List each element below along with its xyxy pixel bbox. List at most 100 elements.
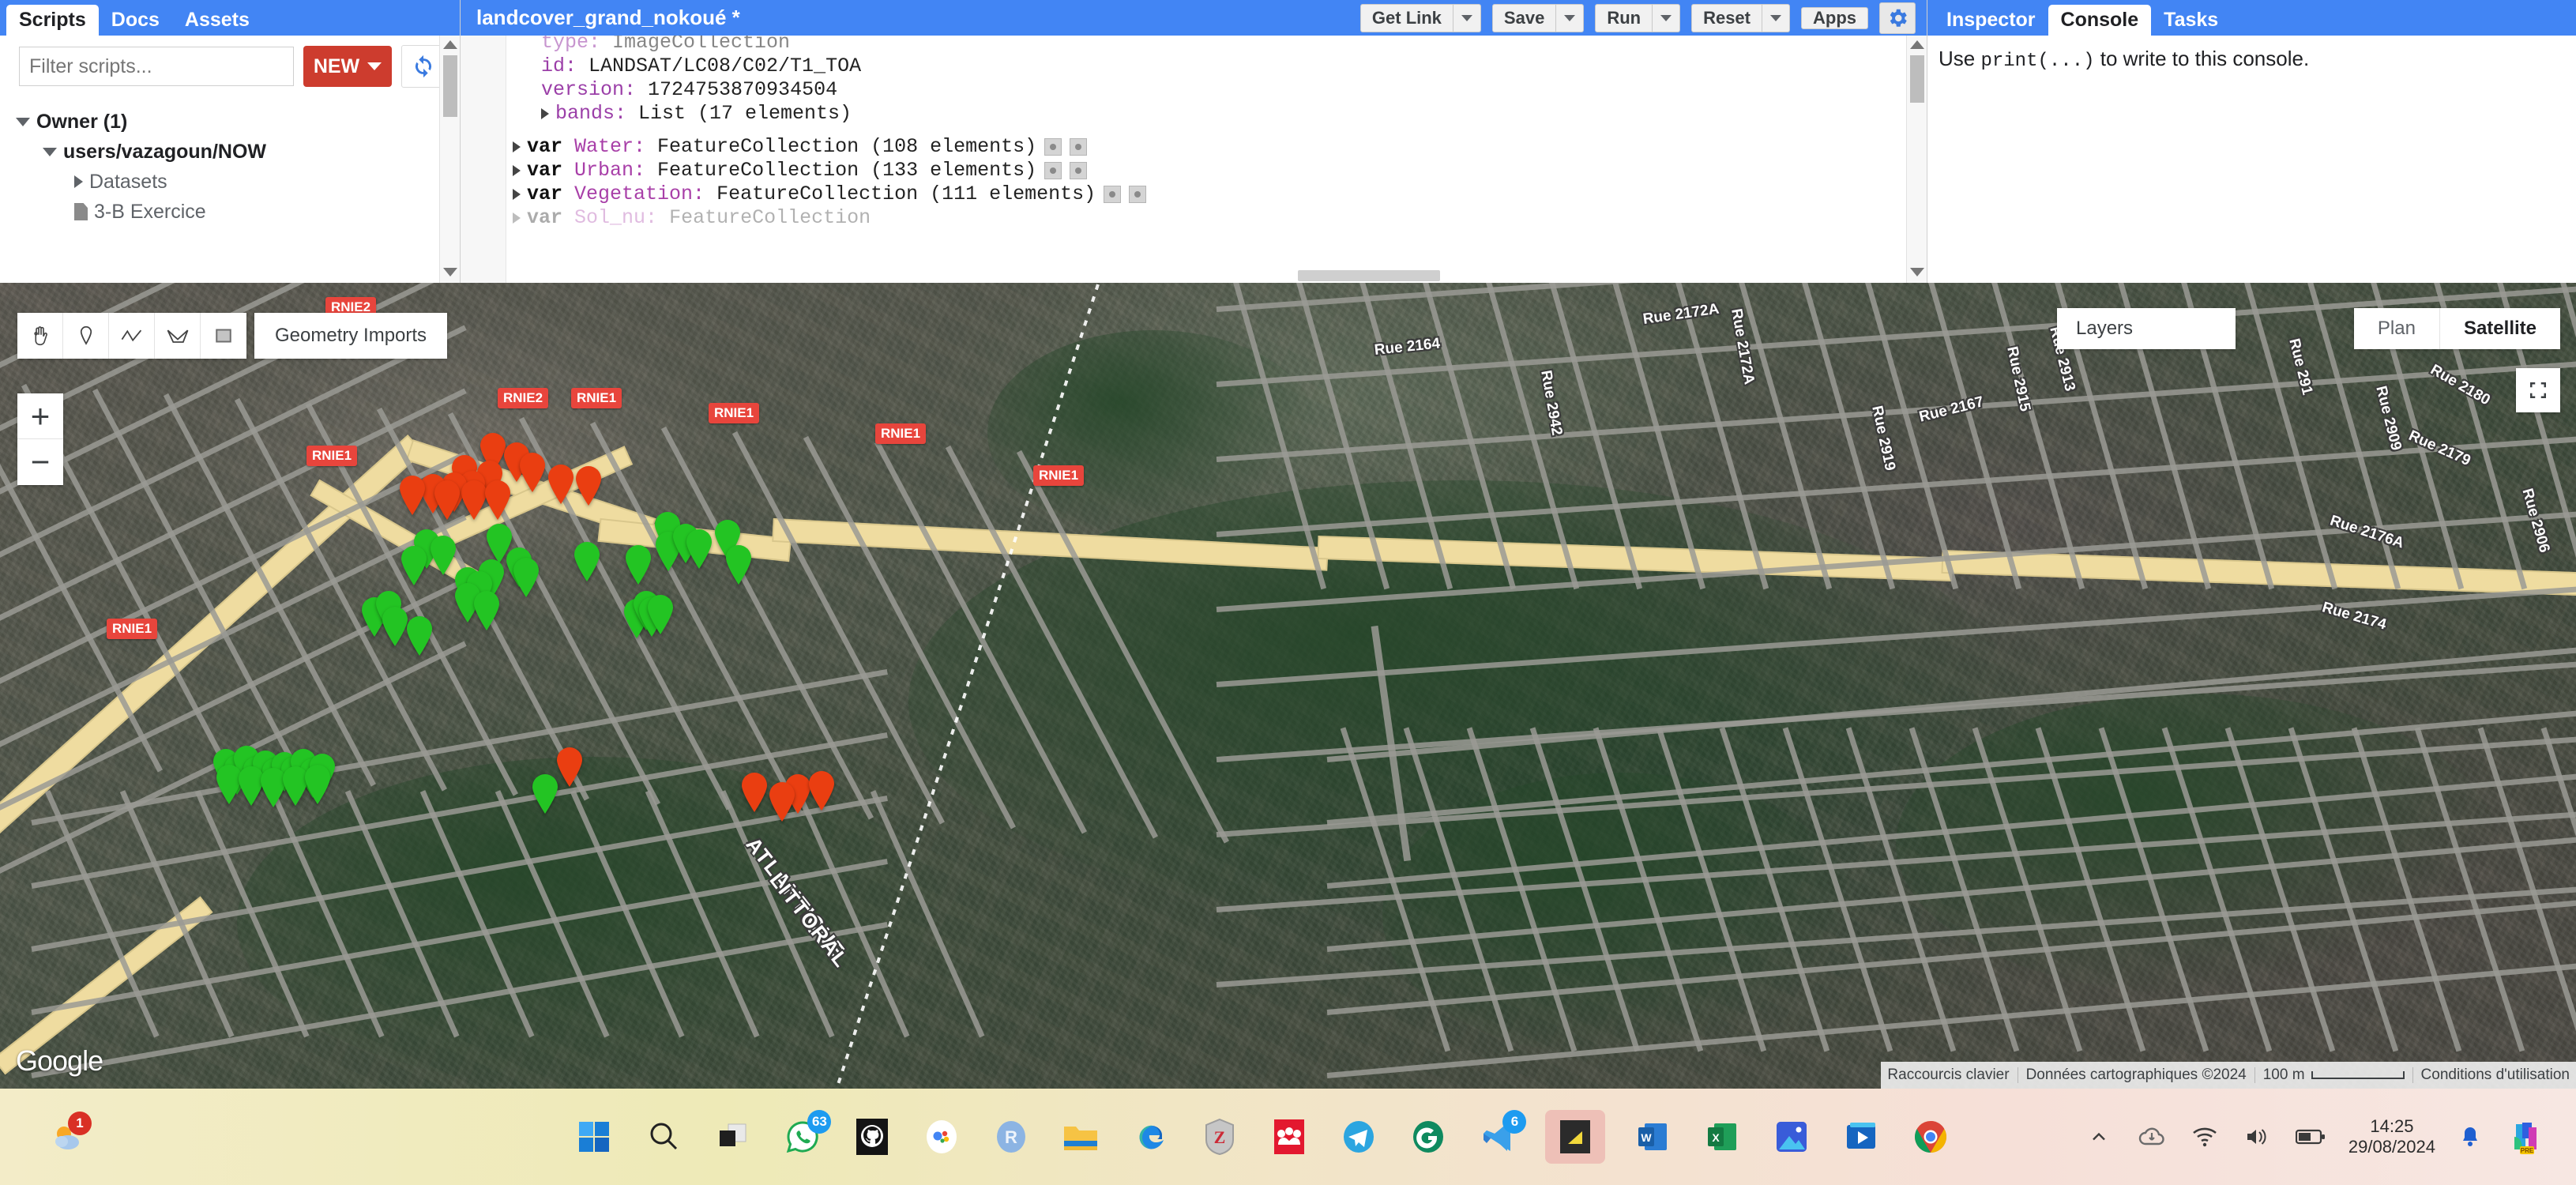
fullscreen-button[interactable] <box>2516 368 2560 412</box>
map-type-satellite[interactable]: Satellite <box>2440 308 2560 349</box>
get-link-button[interactable]: Get Link <box>1360 4 1453 32</box>
file-explorer-icon[interactable] <box>1059 1115 1103 1159</box>
chevron-right-icon[interactable] <box>74 175 83 188</box>
onedrive-icon[interactable] <box>2135 1115 2168 1159</box>
microsoft-excel-icon[interactable]: X <box>1700 1115 1744 1159</box>
sublime-text-icon[interactable] <box>1553 1115 1597 1159</box>
vegetation-training-marker[interactable] <box>573 542 601 581</box>
editor-content[interactable]: type: ImageCollection id: LANDSAT/LC08/C… <box>461 36 1927 283</box>
filter-scripts-input[interactable] <box>19 47 294 86</box>
vegetation-training-marker[interactable] <box>685 529 713 569</box>
scripts-scrollbar[interactable] <box>439 36 460 283</box>
editor-horizontal-scrollbar[interactable] <box>1298 270 1440 281</box>
weather-notification-icon[interactable]: 1 <box>46 1115 90 1159</box>
vegetation-training-marker[interactable] <box>724 545 753 585</box>
show-hidden-icons-chevron[interactable] <box>2083 1115 2115 1159</box>
chevron-down-icon[interactable] <box>43 148 57 156</box>
zoom-out-button[interactable]: − <box>17 439 63 485</box>
vegetation-training-marker[interactable] <box>400 546 428 585</box>
geometry-imports-button[interactable]: Geometry Imports <box>254 313 447 359</box>
scroll-down-icon[interactable] <box>1910 268 1924 276</box>
vegetation-training-marker[interactable] <box>531 774 559 814</box>
new-script-button[interactable]: NEW <box>303 46 392 87</box>
map-viewport[interactable]: Rue 2164Rue 2172ARue 2942Rue 2919Rue 216… <box>0 283 2576 1089</box>
taskbar-clock[interactable]: 14:25 29/08/2024 <box>2348 1116 2435 1157</box>
settings-layer-icon[interactable] <box>1129 186 1146 203</box>
settings-button[interactable] <box>1879 2 1916 34</box>
settings-layer-icon[interactable] <box>1070 138 1087 156</box>
scroll-up-icon[interactable] <box>443 40 457 49</box>
map-type-plan[interactable]: Plan <box>2354 308 2440 349</box>
tab-scripts[interactable]: Scripts <box>6 5 99 36</box>
vegetation-training-marker[interactable] <box>646 595 675 634</box>
tree-item-owner[interactable]: Owner (1) <box>16 107 460 137</box>
rectangle-tool[interactable] <box>201 313 246 359</box>
terms-link[interactable]: Conditions d'utilisation <box>2421 1066 2570 1084</box>
zoom-in-button[interactable]: + <box>17 393 63 439</box>
scrollbar-thumb[interactable] <box>443 55 457 117</box>
apps-button[interactable]: Apps <box>1801 7 1868 29</box>
urban-training-marker[interactable] <box>574 466 603 506</box>
editor-scrollbar[interactable] <box>1906 36 1927 283</box>
scroll-up-icon[interactable] <box>1910 40 1924 49</box>
microsoft-edge-icon[interactable] <box>1128 1115 1172 1159</box>
pan-hand-tool[interactable] <box>17 313 63 359</box>
urban-training-marker[interactable] <box>433 480 461 520</box>
editor-file-tab[interactable]: landcover_grand_nokoué * <box>468 6 748 30</box>
urban-training-marker[interactable] <box>518 453 547 492</box>
point-marker-tool[interactable] <box>63 313 109 359</box>
urban-training-marker[interactable] <box>740 773 769 812</box>
get-link-dropdown[interactable] <box>1453 4 1481 32</box>
tab-docs[interactable]: Docs <box>99 5 172 36</box>
rstudio-icon[interactable]: R <box>989 1115 1033 1159</box>
vegetation-training-marker[interactable] <box>472 591 501 630</box>
disclosure-triangle-icon[interactable] <box>541 108 549 119</box>
urban-training-marker[interactable] <box>768 782 796 822</box>
whatsapp-icon[interactable]: 63 <box>780 1115 825 1159</box>
urban-training-marker[interactable] <box>555 747 584 787</box>
save-dropdown[interactable] <box>1556 4 1584 32</box>
wifi-icon[interactable] <box>2189 1115 2221 1159</box>
refresh-scripts-button[interactable] <box>401 45 445 88</box>
run-button[interactable]: Run <box>1595 4 1653 32</box>
sublime-text-app[interactable] <box>1545 1110 1605 1164</box>
battery-icon[interactable] <box>2293 1115 2328 1159</box>
tab-tasks[interactable]: Tasks <box>2151 5 2231 36</box>
run-dropdown[interactable] <box>1653 4 1680 32</box>
reset-dropdown[interactable] <box>1762 4 1790 32</box>
vegetation-training-marker[interactable] <box>303 765 332 804</box>
urban-training-marker[interactable] <box>807 771 836 811</box>
google-chrome-icon[interactable] <box>1908 1115 1953 1159</box>
urban-training-marker[interactable] <box>547 465 575 504</box>
volume-icon[interactable] <box>2241 1115 2273 1159</box>
tab-inspector[interactable]: Inspector <box>1934 5 2048 36</box>
zotero-icon[interactable]: Z <box>1198 1115 1242 1159</box>
vegetation-training-marker[interactable] <box>624 545 652 585</box>
grammarly-icon[interactable] <box>1406 1115 1450 1159</box>
copilot-icon[interactable]: PRE <box>2505 1115 2549 1159</box>
vegetation-training-marker[interactable] <box>405 616 434 656</box>
keyboard-shortcuts-link[interactable]: Raccourcis clavier <box>1887 1066 2009 1084</box>
windows-start-icon[interactable] <box>572 1115 616 1159</box>
mendeley-icon[interactable] <box>1267 1115 1311 1159</box>
urban-training-marker[interactable] <box>483 480 512 520</box>
tree-item-datasets[interactable]: Datasets <box>16 167 460 197</box>
tree-item-user-repo[interactable]: users/vazagoun/NOW <box>16 137 460 167</box>
polygon-tool[interactable] <box>155 313 201 359</box>
tab-console[interactable]: Console <box>2048 5 2152 36</box>
github-icon[interactable] <box>850 1115 894 1159</box>
search-icon[interactable] <box>641 1115 686 1159</box>
tree-item-exercice[interactable]: 3-B Exercice <box>16 197 460 227</box>
microsoft-word-icon[interactable]: W <box>1630 1115 1675 1159</box>
chevron-down-icon[interactable] <box>16 118 30 126</box>
geometry-layer-icon[interactable] <box>1044 162 1062 179</box>
disclosure-triangle-icon[interactable] <box>513 213 521 224</box>
editor-code[interactable]: type: ImageCollection id: LANDSAT/LC08/C… <box>506 36 1906 283</box>
scroll-down-icon[interactable] <box>443 268 457 276</box>
tab-assets[interactable]: Assets <box>172 5 262 36</box>
line-tool[interactable] <box>109 313 155 359</box>
disclosure-triangle-icon[interactable] <box>513 141 521 152</box>
telegram-icon[interactable] <box>1337 1115 1381 1159</box>
disclosure-triangle-icon[interactable] <box>513 165 521 176</box>
media-player-icon[interactable] <box>1839 1115 1883 1159</box>
